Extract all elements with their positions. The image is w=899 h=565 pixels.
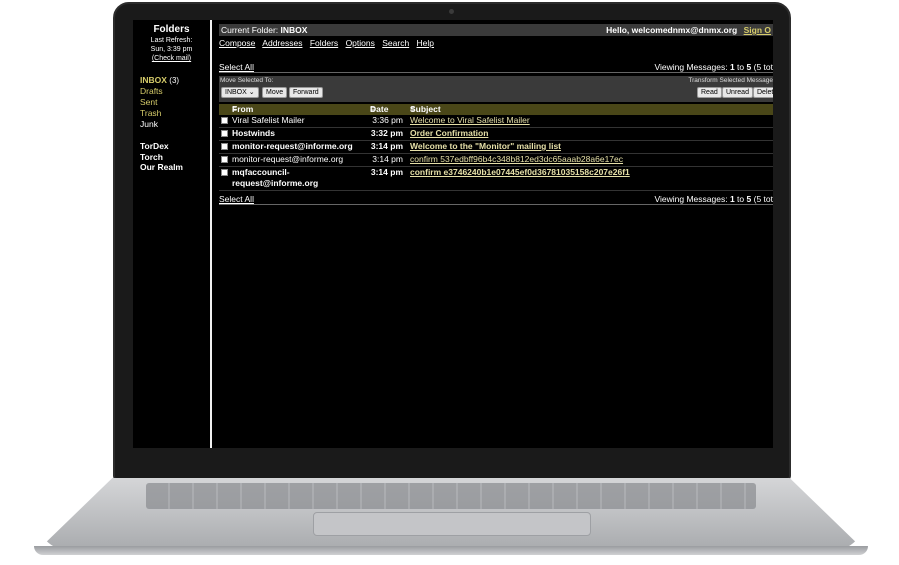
folder-sent[interactable]: Sent: [140, 97, 210, 108]
row-subject-link[interactable]: confirm 537edbff96b4c348b812ed3dc65aaab2…: [410, 154, 623, 165]
read-button[interactable]: Read: [697, 87, 722, 98]
row-subject-link[interactable]: Welcome to the "Monitor" mailing list: [410, 141, 561, 152]
folders-title: Folders: [153, 24, 190, 35]
message-pane: Current Folder: INBOX Hello, welcomednmx…: [219, 20, 773, 448]
table-row[interactable]: monitor-request@informe.org 3:14 pm Welc…: [219, 141, 773, 154]
sort-icon[interactable]: ≡: [370, 104, 375, 115]
last-refresh-label: Last Refresh:: [150, 37, 193, 44]
row-from: mqfaccouncil-request@informe.org: [232, 167, 319, 188]
viewing-messages: Viewing Messages: 1 to 5 (5 tot: [654, 62, 773, 72]
greeting-label: Hello,: [606, 25, 630, 35]
laptop-trackpad: [313, 512, 591, 536]
row-checkbox[interactable]: [221, 117, 228, 124]
row-subject-link[interactable]: confirm e3746240b1e07445ef0d36781035158c…: [410, 167, 630, 178]
viewing-messages: Viewing Messages: 1 to 5 (5 tot: [654, 194, 773, 204]
check-mail-link[interactable]: (Check mail): [152, 55, 191, 62]
viewing-to: 5: [746, 193, 752, 204]
folder-drafts[interactable]: Drafts: [140, 86, 210, 97]
select-all-link[interactable]: Select All: [219, 62, 254, 72]
select-all-link[interactable]: Select All: [219, 194, 254, 204]
folder-junk[interactable]: Junk: [140, 119, 210, 130]
move-target-select[interactable]: INBOX ⌄: [221, 87, 259, 98]
menu-addresses[interactable]: Addresses: [262, 38, 302, 48]
folder-inbox[interactable]: INBOX (3): [140, 75, 210, 86]
row-from: Viral Safelist Mailer: [232, 115, 305, 125]
row-date: 3:32 pm: [370, 128, 403, 138]
row-subject-link[interactable]: Welcome to Viral Safelist Mailer: [410, 115, 530, 126]
message-list: Viral Safelist Mailer 3:36 pm Welcome to…: [219, 115, 773, 191]
top-bar: Current Folder: INBOX Hello, welcomednmx…: [219, 24, 773, 36]
move-target-value: INBOX: [225, 89, 247, 96]
row-checkbox[interactable]: [221, 130, 228, 137]
viewing-from: 1: [729, 61, 735, 72]
link-our-realm[interactable]: Our Realm: [140, 162, 210, 173]
viewing-label: Viewing Messages:: [654, 61, 728, 72]
link-torch[interactable]: Torch: [140, 152, 210, 163]
viewing-total: (5 tot: [753, 61, 773, 72]
menu-help[interactable]: Help: [417, 38, 434, 48]
chevron-down-icon: ⌄: [248, 89, 255, 96]
menu-options[interactable]: Options: [346, 38, 375, 48]
menu-folders[interactable]: Folders: [310, 38, 338, 48]
move-button[interactable]: Move: [262, 87, 288, 98]
last-refresh-time: Sun, 3:39 pm: [150, 46, 193, 53]
table-row[interactable]: Viral Safelist Mailer 3:36 pm Welcome to…: [219, 115, 773, 128]
folder-trash[interactable]: Trash: [140, 108, 210, 119]
sort-icon[interactable]: ≡: [232, 104, 237, 115]
selection-bar-top: Select All Viewing Messages: 1 to 5 (5 t…: [219, 61, 773, 73]
viewing-total: (5 tot: [753, 193, 773, 204]
laptop-keyboard: [146, 483, 756, 509]
link-tordex[interactable]: TorDex: [140, 141, 210, 152]
unread-button[interactable]: Unread: [722, 87, 753, 98]
transform-label: Transform Selected Message: [688, 77, 773, 84]
webcam-icon: [449, 9, 454, 14]
message-toolbar: Move Selected To: INBOX ⌄ Move Forward T…: [219, 76, 773, 102]
menu-search[interactable]: Search: [382, 38, 409, 48]
folder-pane: Folders Last Refresh: Sun, 3:39 pm (Chec…: [133, 20, 210, 448]
extra-links: TorDex Torch Our Realm: [133, 141, 210, 173]
delete-button[interactable]: Delet: [753, 87, 773, 98]
webmail-screen: Folders Last Refresh: Sun, 3:39 pm (Chec…: [133, 20, 773, 448]
current-folder: Current Folder: INBOX: [221, 25, 307, 35]
viewing-label: Viewing Messages:: [654, 193, 728, 204]
current-folder-value: INBOX: [280, 25, 308, 35]
row-date: 3:14 pm: [370, 167, 403, 177]
viewing-from: 1: [729, 193, 735, 204]
pane-divider[interactable]: [210, 20, 212, 448]
current-folder-label: Current Folder:: [221, 25, 279, 35]
row-from: Hostwinds: [232, 128, 275, 138]
column-headers: From ≡ Date ≡ Subject ≡: [219, 104, 773, 115]
row-date: 3:14 pm: [370, 141, 403, 151]
folder-inbox-label[interactable]: INBOX: [140, 75, 167, 85]
table-row[interactable]: monitor-request@informe.org 3:14 pm conf…: [219, 154, 773, 167]
selection-bar-bottom: Select All Viewing Messages: 1 to 5 (5 t…: [219, 193, 773, 205]
inbox-unread-count: (3): [169, 76, 180, 85]
user-email: welcomednmx@dnmx.org: [631, 25, 738, 35]
row-subject-link[interactable]: Order Confirmation: [410, 128, 488, 139]
sort-icon[interactable]: ≡: [410, 104, 415, 115]
row-checkbox[interactable]: [221, 169, 228, 176]
row-date: 3:36 pm: [372, 115, 403, 125]
row-checkbox[interactable]: [221, 156, 228, 163]
viewing-to: 5: [746, 61, 752, 72]
viewing-to-word: to: [737, 61, 745, 72]
row-from: monitor-request@informe.org: [232, 154, 344, 164]
laptop-base-edge: [34, 546, 868, 555]
main-menu: Compose Addresses Folders Options Search…: [219, 38, 439, 48]
menu-compose[interactable]: Compose: [219, 38, 255, 48]
viewing-to-word: to: [737, 193, 745, 204]
table-row[interactable]: mqfaccouncil-request@informe.org 3:14 pm…: [219, 167, 773, 191]
move-selected-label: Move Selected To:: [220, 77, 274, 84]
last-refresh: Last Refresh: Sun, 3:39 pm (Check mail): [133, 36, 210, 63]
row-date: 3:14 pm: [372, 154, 403, 164]
table-row[interactable]: Hostwinds 3:32 pm Order Confirmation: [219, 128, 773, 141]
row-checkbox[interactable]: [221, 143, 228, 150]
folder-list: INBOX (3) Drafts Sent Trash Junk: [133, 75, 210, 130]
sign-out-link[interactable]: Sign O: [744, 25, 771, 35]
forward-button[interactable]: Forward: [289, 87, 323, 98]
user-greeting: Hello, welcomednmx@dnmx.org Sign O: [606, 25, 771, 35]
row-from: monitor-request@informe.org: [232, 141, 353, 151]
